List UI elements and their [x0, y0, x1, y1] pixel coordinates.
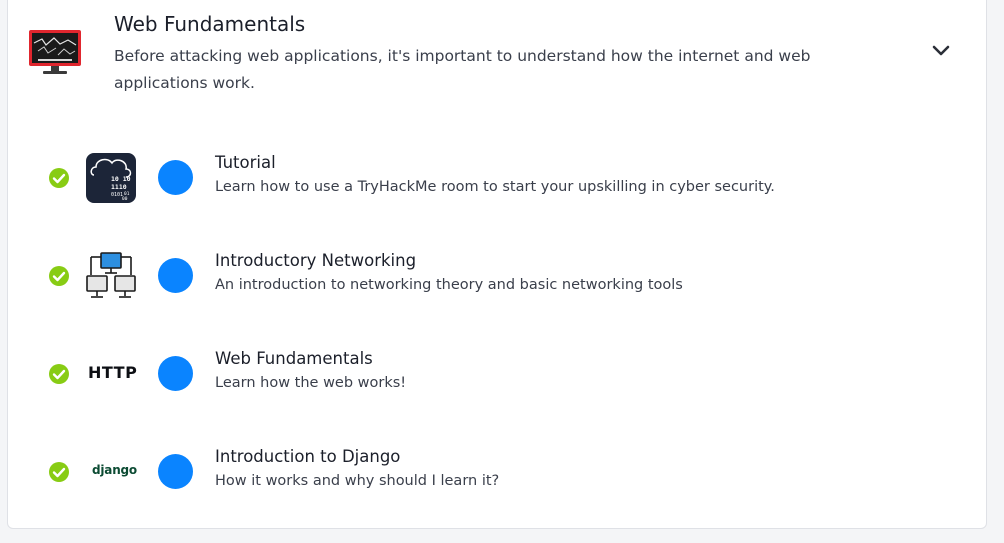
- progress-indicator: [158, 160, 193, 195]
- room-item-introduction-to-django[interactable]: django Introduction to Django How it wor…: [8, 430, 986, 528]
- check-circle-icon: [49, 168, 69, 188]
- check-circle-icon: [49, 364, 69, 384]
- progress-indicator: [158, 454, 193, 489]
- binary-text-5: 00: [122, 196, 128, 202]
- chevron-down-icon[interactable]: [930, 40, 952, 62]
- room-title[interactable]: Introductory Networking: [215, 251, 416, 270]
- room-description: Learn how the web works!: [215, 375, 407, 391]
- room-title[interactable]: Tutorial: [215, 153, 276, 172]
- http-icon: HTTP: [88, 363, 138, 382]
- room-title[interactable]: Introduction to Django: [215, 447, 400, 466]
- room-description: How it works and why should I learn it?: [215, 473, 500, 489]
- module-description: Before attacking web applications, it's …: [114, 47, 811, 92]
- module-header[interactable]: Web Fundamentals Before attacking web ap…: [8, 0, 986, 105]
- room-item-introductory-networking[interactable]: Introductory Networking An introduction …: [8, 234, 986, 332]
- binary-text-1: 10 10: [111, 175, 131, 183]
- django-icon: django: [92, 463, 137, 477]
- network-computers-icon: [86, 252, 136, 298]
- room-description: Learn how to use a TryHackMe room to sta…: [215, 179, 775, 195]
- module-title: Web Fundamentals: [114, 12, 306, 36]
- check-circle-icon: [49, 462, 69, 482]
- module-card: Web Fundamentals Before attacking web ap…: [7, 0, 987, 529]
- progress-indicator: [158, 356, 193, 391]
- room-description: An introduction to networking theory and…: [215, 277, 683, 293]
- room-item-tutorial[interactable]: 10 10 1110 0101 01 00 Tutorial Learn how…: [8, 136, 986, 234]
- room-item-web-fundamentals[interactable]: HTTP Web Fundamentals Learn how the web …: [8, 332, 986, 430]
- binary-text-2: 1110: [111, 183, 127, 191]
- progress-indicator: [158, 258, 193, 293]
- cloud-binary-icon: 10 10 1110 0101 01 00: [86, 153, 136, 203]
- room-title[interactable]: Web Fundamentals: [215, 349, 373, 368]
- monitor-lightning-icon: [29, 30, 81, 74]
- check-circle-icon: [49, 266, 69, 286]
